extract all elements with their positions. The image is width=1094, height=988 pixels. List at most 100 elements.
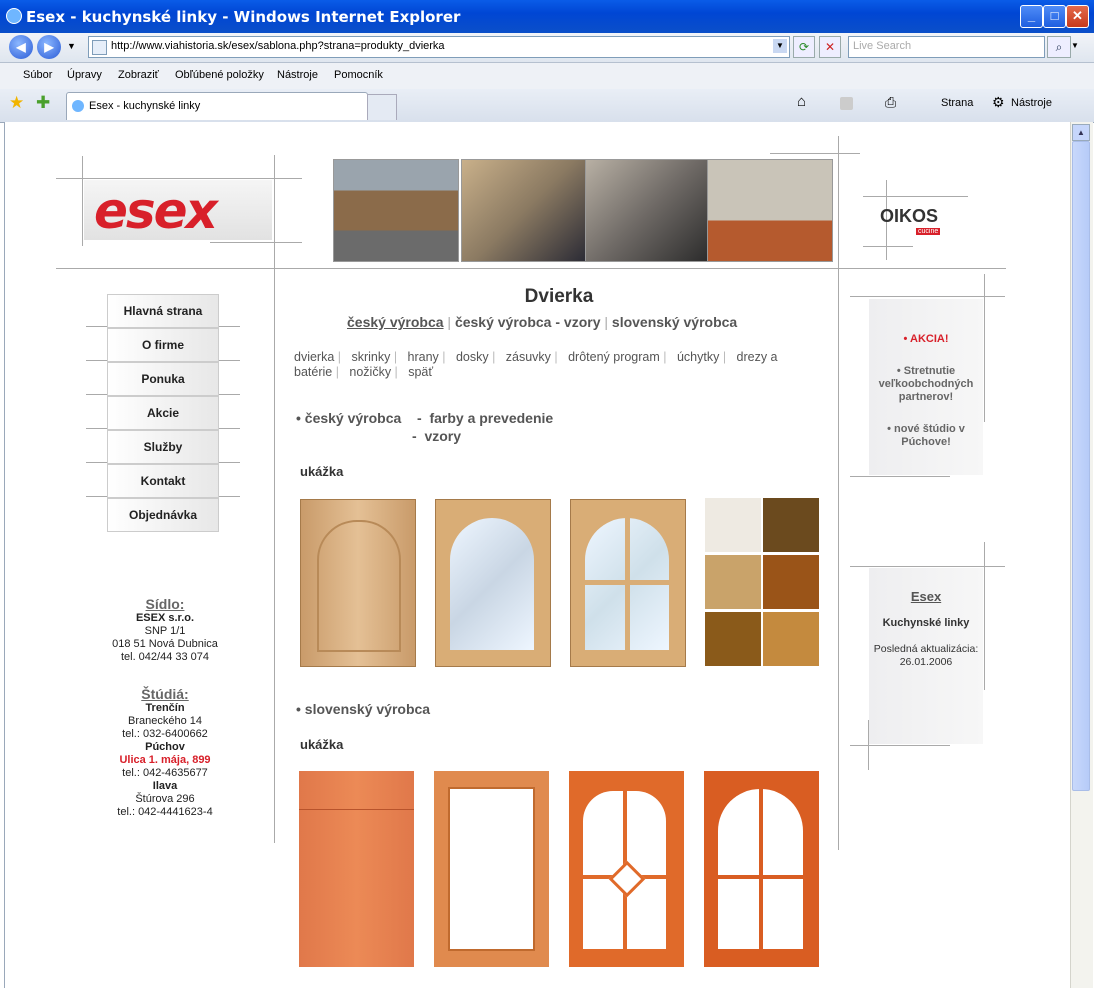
tools-menu[interactable]: Nástroje	[1011, 97, 1052, 109]
divider	[274, 155, 275, 843]
door-sample-flat[interactable]	[299, 771, 414, 967]
refresh-button[interactable]: ⟳	[793, 36, 815, 58]
news-item-akcia[interactable]: • AKCIA!	[869, 333, 983, 345]
link-patterns[interactable]: - vzory	[412, 428, 461, 444]
maximize-button[interactable]: □	[1043, 5, 1066, 28]
divider	[838, 136, 839, 850]
link-colors[interactable]: - farby a prevedenie	[417, 410, 553, 426]
nav-services[interactable]: Služby	[107, 430, 219, 464]
color-swatch[interactable]	[763, 498, 819, 552]
window-titlebar: Esex - kuchynské linky - Windows Interne…	[0, 0, 1094, 33]
door-mullion	[585, 580, 669, 585]
cat-doors[interactable]: dvierka	[294, 350, 334, 364]
studio-city: Ilava	[152, 780, 178, 792]
door-sample-glass[interactable]	[435, 499, 551, 667]
news-item-studio[interactable]: • nové štúdio v Púchove!	[883, 423, 969, 449]
page-menu[interactable]: Strana	[941, 97, 973, 109]
cat-boards[interactable]: dosky	[456, 350, 489, 364]
color-swatch[interactable]	[705, 555, 761, 609]
search-dropdown-icon[interactable]: ▼	[1071, 41, 1079, 50]
divider	[850, 745, 950, 746]
search-input[interactable]: Live Search	[848, 36, 1045, 58]
divider	[850, 566, 1005, 567]
divider	[984, 542, 985, 690]
divider	[984, 274, 985, 422]
divider	[850, 296, 1005, 297]
nav-order[interactable]: Objednávka	[107, 498, 219, 532]
cat-back[interactable]: späť	[408, 365, 433, 379]
back-button[interactable]: ◀	[9, 35, 33, 59]
home-icon[interactable]: ⌂	[797, 93, 806, 110]
nav-offer[interactable]: Ponuka	[107, 362, 219, 396]
tab-czech[interactable]: český výrobca	[347, 314, 444, 330]
ie-tab-icon	[72, 100, 84, 112]
info-title[interactable]: Esex	[869, 589, 983, 604]
new-tab-button[interactable]	[367, 94, 397, 120]
cat-drawers[interactable]: zásuvky	[506, 350, 551, 364]
history-dropdown-icon[interactable]: ▼	[67, 41, 76, 51]
menu-help[interactable]: Pomocník	[334, 69, 383, 81]
separator: |	[550, 350, 565, 364]
menu-view[interactable]: Zobraziť	[118, 69, 159, 81]
forward-button[interactable]: ▶	[37, 35, 61, 59]
cat-handles[interactable]: úchytky	[677, 350, 719, 364]
tab-slovak[interactable]: slovenský výrobca	[612, 314, 737, 330]
ie-icon	[6, 8, 22, 24]
separator: |	[659, 350, 674, 364]
category-links: dvierka | skrinky | hrany | dosky | zásu…	[294, 350, 819, 380]
page-icon	[92, 40, 107, 55]
tab-czech-patterns[interactable]: český výrobca - vzory	[455, 314, 601, 330]
studio-city: Trenčín	[145, 702, 185, 714]
menu-favorites[interactable]: Obľúbené položky	[175, 69, 264, 81]
scroll-up-button[interactable]: ▲	[1072, 124, 1090, 141]
door-sample-diamond[interactable]	[569, 771, 684, 967]
cat-legs[interactable]: nožičky	[349, 365, 391, 379]
door-sample-panel[interactable]	[300, 499, 416, 667]
menu-edit[interactable]: Úpravy	[67, 69, 102, 81]
cat-edges[interactable]: hrany	[408, 350, 439, 364]
cat-cabinets[interactable]: skrinky	[351, 350, 390, 364]
separator: |	[390, 350, 405, 364]
divider	[863, 196, 968, 197]
header-photo-building	[333, 159, 459, 262]
feeds-icon[interactable]	[840, 97, 853, 110]
address-dropdown-icon[interactable]: ▼	[773, 39, 787, 53]
studios-heading: Štúdiá:	[141, 686, 189, 702]
nav-about[interactable]: O firme	[107, 328, 219, 362]
close-button[interactable]: ✕	[1066, 5, 1089, 28]
door-glass	[450, 518, 534, 650]
oikos-logo-text: OIKOS	[880, 206, 939, 226]
cat-wire[interactable]: drôtený program	[568, 350, 660, 364]
address-field[interactable]: http://www.viahistoria.sk/esex/sablona.p…	[88, 36, 790, 58]
door-sample-glass-grid[interactable]	[570, 499, 686, 667]
origin-tabs: český výrobca | český výrobca - vzory | …	[347, 314, 737, 330]
nav-home[interactable]: Hlavná strana	[107, 294, 219, 328]
print-icon[interactable]: ⎙	[885, 94, 896, 111]
nav-actions[interactable]: Akcie	[107, 396, 219, 430]
color-swatch[interactable]	[705, 498, 761, 552]
esex-logo[interactable]: esex	[84, 180, 272, 240]
tab-active[interactable]: Esex - kuchynské linky	[66, 92, 368, 120]
color-swatch[interactable]	[763, 612, 819, 666]
stop-button[interactable]: ✕	[819, 36, 841, 58]
divider	[82, 156, 83, 246]
studio-street: Braneckého 14	[128, 715, 202, 727]
door-sample-frame[interactable]	[434, 771, 549, 967]
color-swatch[interactable]	[763, 555, 819, 609]
minimize-button[interactable]: _	[1020, 5, 1043, 28]
search-icon[interactable]: ⌕	[1047, 36, 1071, 58]
door-sample-arch[interactable]	[704, 771, 819, 967]
menu-tools[interactable]: Nástroje	[277, 69, 318, 81]
oikos-logo[interactable]: OIKOS cucine	[880, 198, 950, 236]
studio-street: Štúrova 296	[135, 793, 195, 805]
divider	[850, 476, 950, 477]
color-swatch[interactable]	[705, 612, 761, 666]
door-handle-line	[299, 809, 414, 810]
news-item-meeting[interactable]: • Stretnutie veľkoobchodných partnerov!	[875, 365, 977, 404]
nav-contact[interactable]: Kontakt	[107, 464, 219, 498]
scrollbar-thumb[interactable]	[1072, 141, 1090, 791]
add-favorite-icon[interactable]: ✚	[36, 93, 50, 113]
gear-icon[interactable]: ⚙	[992, 94, 1005, 111]
favorites-star-icon[interactable]: ★	[9, 93, 24, 113]
menu-file[interactable]: Súbor	[23, 69, 52, 81]
